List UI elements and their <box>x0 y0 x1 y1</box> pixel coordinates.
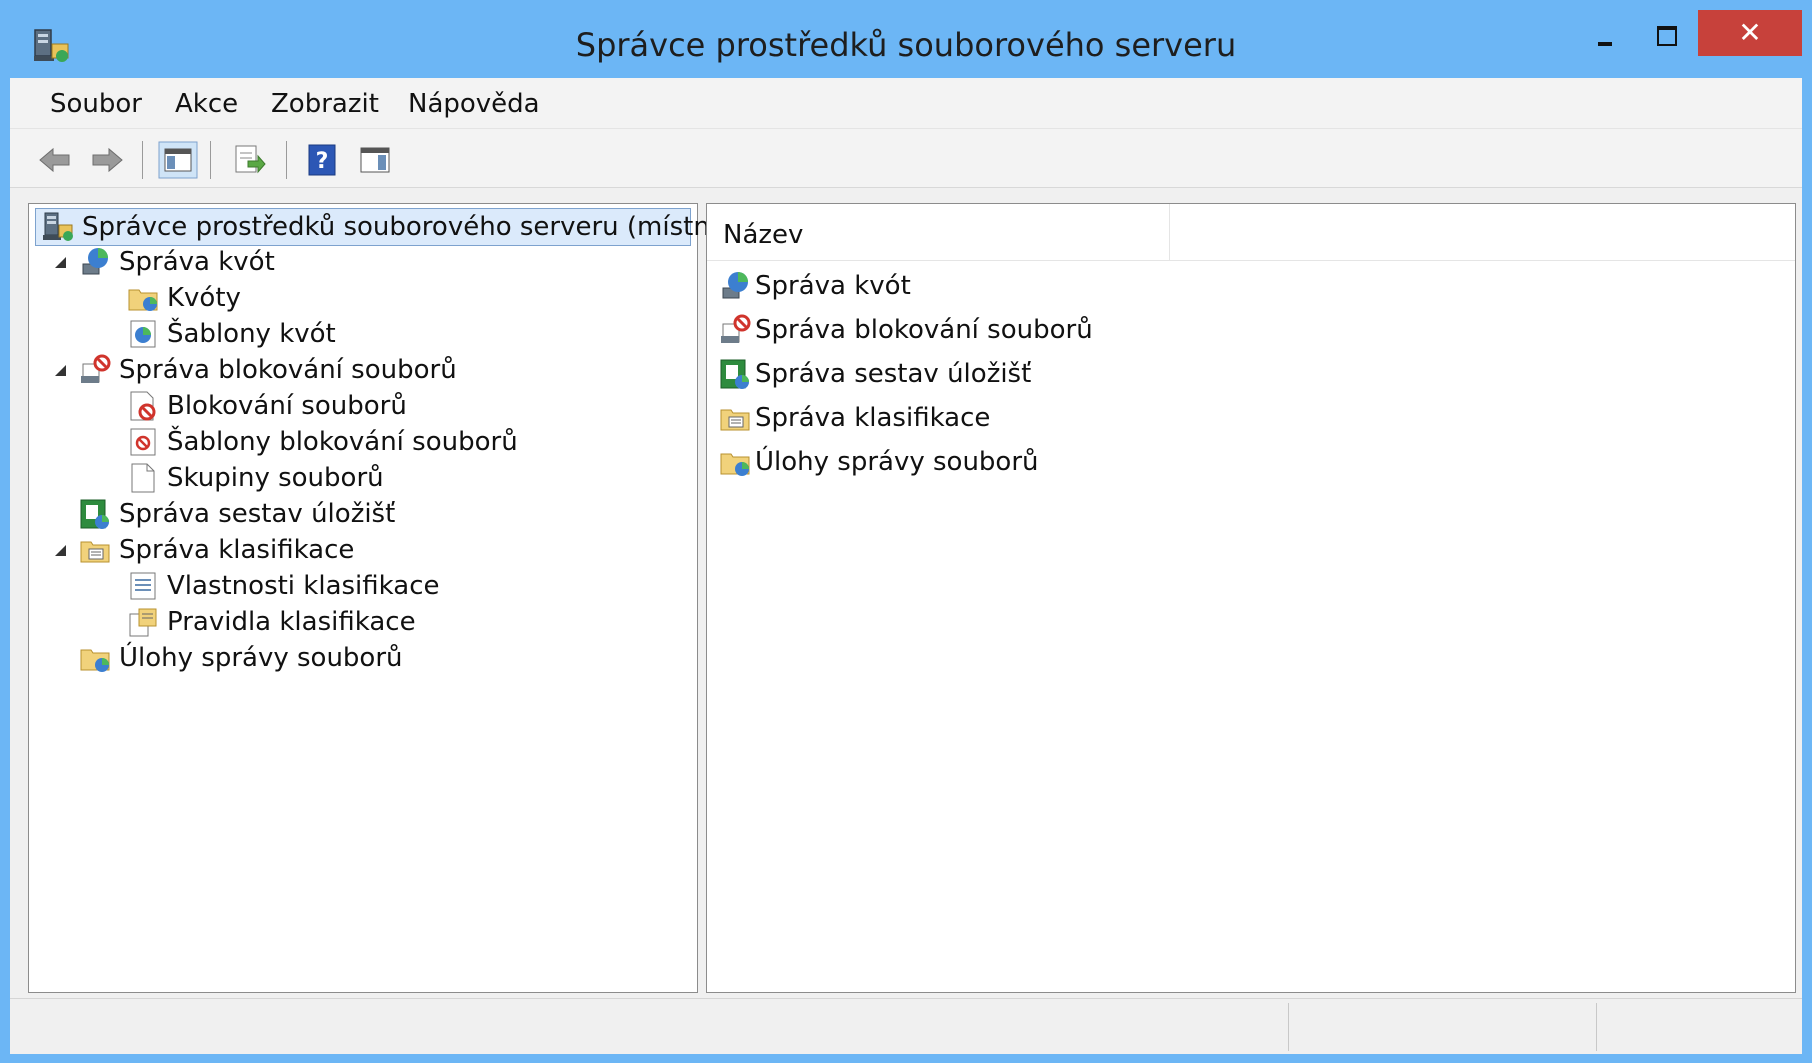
window-title: Správce prostředků souborového serveru <box>575 26 1237 64</box>
tree-node-sablony-kvot[interactable]: Šablony kvót <box>127 316 336 352</box>
tree-item-label: Správa kvót <box>119 247 275 277</box>
toolbar-separator <box>286 141 287 179</box>
file-management-tasks-icon <box>720 453 750 476</box>
list-item[interactable]: Správa blokování souborů <box>719 310 1093 350</box>
tree-item-label: Správa klasifikace <box>119 535 355 565</box>
tree-node-pravidla-klasifikace[interactable]: Pravidla klasifikace <box>127 604 416 640</box>
expand-arrow-icon[interactable] <box>53 543 67 557</box>
classification-management-icon <box>720 409 750 431</box>
tree-item-label: Blokování souborů <box>167 391 407 421</box>
expand-arrow-icon[interactable] <box>53 255 67 269</box>
result-pane[interactable]: Název Správa kvót Správa blokování soubo… <box>706 203 1796 993</box>
tree-node-sprava-sestav[interactable]: Správa sestav úložišť <box>79 496 395 532</box>
column-header-nazev[interactable]: Název <box>723 220 803 250</box>
list-item[interactable]: Správa sestav úložišť <box>719 354 1031 394</box>
console-tree[interactable]: Správce prostředků souborového serveru (… <box>28 203 727 993</box>
status-divider <box>1288 1003 1289 1051</box>
file-groups-icon <box>131 463 155 493</box>
title-bar[interactable]: Správce prostředků souborového serveru ✕ <box>0 0 1812 76</box>
storage-reports-icon <box>80 499 109 529</box>
tree-item-label: Správa sestav úložišť <box>119 499 396 529</box>
file-screens-icon <box>130 391 156 421</box>
classification-management-icon <box>80 541 110 563</box>
close-button[interactable]: ✕ <box>1698 10 1802 56</box>
list-item[interactable]: Úlohy správy souborů <box>719 442 1039 482</box>
list-item-label: Správa blokování souborů <box>755 315 1093 345</box>
quotas-folder-icon <box>128 289 158 311</box>
tree-node-sablony-blokovani[interactable]: Šablony blokování souborů <box>127 424 518 460</box>
column-divider[interactable] <box>1169 204 1170 260</box>
list-item-label: Úlohy správy souborů <box>755 447 1039 477</box>
status-divider <box>1596 1003 1597 1051</box>
toolbar-separator <box>142 141 143 179</box>
app-window: Správce prostředků souborového serveru ✕… <box>0 0 1812 1063</box>
toolbar: ? <box>10 129 1802 188</box>
tree-node-blokovani-souboru[interactable]: Blokování souborů <box>127 388 407 424</box>
help-icon[interactable]: ? <box>306 143 340 177</box>
menu-napoveda[interactable]: Nápověda <box>408 89 540 119</box>
tree-node-sprava-klasifikace[interactable]: Správa klasifikace <box>53 532 354 568</box>
tree-item-label: Kvóty <box>167 283 241 313</box>
expand-arrow-icon[interactable] <box>53 363 67 377</box>
tree-node-sprava-kvot[interactable]: Správa kvót <box>53 244 275 280</box>
menu-bar: Soubor Akce Zobrazit Nápověda <box>10 78 1802 129</box>
tree-item-label: Pravidla klasifikace <box>167 607 416 637</box>
menu-soubor[interactable]: Soubor <box>50 89 142 119</box>
list-item-label: Správa sestav úložišť <box>755 359 1032 389</box>
file-management-tasks-icon <box>80 649 110 672</box>
back-icon[interactable] <box>38 143 72 177</box>
list-column-header: Název <box>707 204 1795 261</box>
tree-item-label: Šablony blokování souborů <box>167 427 518 457</box>
tree-node-skupiny-souboru[interactable]: Skupiny souborů <box>127 460 384 496</box>
status-bar <box>10 998 1802 1054</box>
toolbar-separator <box>210 141 211 179</box>
server-icon <box>43 212 73 241</box>
tree-item-label: Vlastnosti klasifikace <box>167 571 440 601</box>
tree-node-vlastnosti-klasifikace[interactable]: Vlastnosti klasifikace <box>127 568 439 604</box>
quota-templates-icon <box>130 320 156 348</box>
classification-rules-icon <box>129 608 157 637</box>
tree-root-label: Správce prostředků souborového serveru (… <box>82 212 728 242</box>
tree-node-ulohy-spravy[interactable]: Úlohy správy souborů <box>79 640 403 676</box>
list-item[interactable]: Správa klasifikace <box>719 398 990 438</box>
storage-reports-icon <box>720 359 749 389</box>
show-hide-console-tree-icon[interactable] <box>158 141 198 179</box>
file-screening-management-icon <box>81 354 111 383</box>
file-screening-management-icon <box>721 314 751 343</box>
show-hide-action-pane-icon[interactable] <box>358 143 392 177</box>
quota-management-icon <box>722 272 748 299</box>
menu-akce[interactable]: Akce <box>175 89 238 119</box>
forward-icon[interactable] <box>90 143 124 177</box>
svg-text:?: ? <box>316 149 329 174</box>
tree-item-label: Skupiny souborů <box>167 463 384 493</box>
list-item-label: Správa klasifikace <box>755 403 991 433</box>
tree-item-label: Správa blokování souborů <box>119 355 457 385</box>
export-list-icon[interactable] <box>232 143 266 177</box>
tree-node-kvoty[interactable]: Kvóty <box>127 280 241 316</box>
close-icon: ✕ <box>1738 16 1762 49</box>
quota-management-icon <box>82 248 108 275</box>
list-item-label: Správa kvót <box>755 271 911 301</box>
tree-item-label: Šablony kvót <box>167 319 336 349</box>
file-screen-templates-icon <box>130 428 156 456</box>
tree-item-label: Úlohy správy souborů <box>119 643 403 673</box>
classification-properties-icon <box>130 572 156 600</box>
list-item[interactable]: Správa kvót <box>719 266 911 306</box>
maximize-button[interactable] <box>1640 10 1690 60</box>
minimize-button[interactable] <box>1580 10 1630 60</box>
tree-root-node[interactable]: Správce prostředků souborového serveru (… <box>35 208 727 246</box>
menu-zobrazit[interactable]: Zobrazit <box>271 89 379 119</box>
tree-node-sprava-blokovani[interactable]: Správa blokování souborů <box>53 352 457 388</box>
